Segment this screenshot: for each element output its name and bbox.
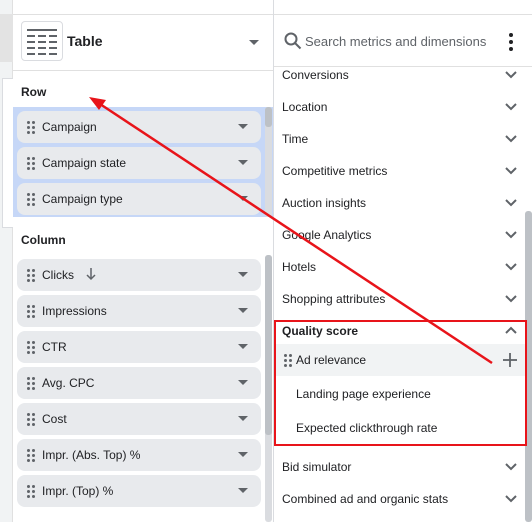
drag-handle-icon[interactable] xyxy=(27,377,35,390)
row-chip[interactable]: Campaign type xyxy=(17,183,261,215)
row-chip-label: Campaign type xyxy=(42,192,123,206)
chevron-down-icon[interactable] xyxy=(504,195,518,209)
column-chip[interactable]: Impr. (Top) % xyxy=(17,475,261,507)
category-label: Combined ad and organic stats xyxy=(282,492,449,506)
chevron-down-icon[interactable] xyxy=(238,124,248,129)
drag-handle-icon[interactable] xyxy=(27,121,35,134)
chevron-down-icon[interactable] xyxy=(504,227,518,241)
arrow-down-icon[interactable] xyxy=(86,266,96,282)
category-label: Bid simulator xyxy=(282,460,352,474)
chevron-down-icon[interactable] xyxy=(504,291,518,305)
category-bid-simulator[interactable]: Bid simulator xyxy=(274,452,526,482)
column-chip[interactable]: CTR xyxy=(17,331,261,363)
drag-handle-icon[interactable] xyxy=(27,157,35,170)
category-google-analytics[interactable]: Google Analytics xyxy=(274,220,526,250)
chevron-down-icon[interactable] xyxy=(238,308,248,313)
chevron-down-icon[interactable] xyxy=(238,344,248,349)
category-conversions[interactable]: Conversions xyxy=(274,60,526,90)
category-label: Auction insights xyxy=(282,196,367,210)
drag-handle-icon[interactable] xyxy=(27,449,35,462)
column-section-title: Column xyxy=(21,233,66,247)
category-label: Google Analytics xyxy=(282,228,372,242)
category-label: Location xyxy=(282,100,328,114)
chevron-down-icon[interactable] xyxy=(238,380,248,385)
column-chip[interactable]: Clicks xyxy=(17,259,261,291)
category-label: Hotels xyxy=(282,260,317,274)
row-chip[interactable]: Campaign xyxy=(17,111,261,143)
category-shopping-attributes[interactable]: Shopping attributes xyxy=(274,284,526,314)
column-chip-label: Impr. (Top) % xyxy=(42,484,114,498)
more-vert-icon[interactable] xyxy=(507,33,515,51)
category-label: Time xyxy=(282,132,309,146)
chart-type-selector[interactable]: Table xyxy=(13,15,273,71)
chevron-down-icon[interactable] xyxy=(238,452,248,457)
metrics-scrollbar[interactable] xyxy=(525,211,532,522)
row-section-title: Row xyxy=(21,85,47,99)
chart-type-label: Table xyxy=(67,33,103,49)
chevron-down-icon[interactable] xyxy=(504,163,518,177)
drag-handle-icon[interactable] xyxy=(27,341,35,354)
chevron-up-icon[interactable] xyxy=(504,323,518,337)
drag-handle-icon[interactable] xyxy=(27,269,35,282)
left-strip xyxy=(0,0,13,522)
column-scrollbar-thumb[interactable] xyxy=(265,255,272,435)
category-location[interactable]: Location xyxy=(274,92,526,122)
row-chip-label: Campaign xyxy=(42,120,97,134)
column-chip-label: Impressions xyxy=(42,304,107,318)
search-input[interactable] xyxy=(305,31,495,51)
category-label: Quality score xyxy=(282,324,359,338)
row-chip[interactable]: Campaign state xyxy=(17,147,261,179)
chevron-down-icon xyxy=(249,40,259,45)
drag-handle-icon[interactable] xyxy=(27,305,35,318)
column-chip-label: Avg. CPC xyxy=(42,376,95,390)
category-auction-insights[interactable]: Auction insights xyxy=(274,188,526,218)
category-combined-ad-and-organic-stats[interactable]: Combined ad and organic stats xyxy=(274,484,526,514)
column-chip[interactable]: Impressions xyxy=(17,295,261,327)
metric-label: Ad relevance xyxy=(296,353,367,367)
table-chart-icon xyxy=(21,21,63,61)
column-chip[interactable]: Cost xyxy=(17,403,261,435)
category-competitive-metrics[interactable]: Competitive metrics xyxy=(274,156,526,186)
category-label: Conversions xyxy=(282,68,349,82)
metric-item[interactable]: Landing page experience xyxy=(274,378,526,410)
column-chip-label: CTR xyxy=(42,340,67,354)
chevron-down-icon[interactable] xyxy=(504,67,518,81)
category-label: Shopping attributes xyxy=(282,292,386,306)
chevron-down-icon[interactable] xyxy=(238,272,248,277)
add-icon[interactable] xyxy=(502,352,518,368)
chevron-down-icon[interactable] xyxy=(504,491,518,505)
column-chip-label: Cost xyxy=(42,412,67,426)
column-chip[interactable]: Impr. (Abs. Top) % xyxy=(17,439,261,471)
layout-panel: Table Row Campaign Campaign state Campaign… xyxy=(13,0,274,522)
row-scrollbar-thumb[interactable] xyxy=(265,107,272,127)
metric-label: Expected clickthrough rate xyxy=(296,421,438,435)
column-chip[interactable]: Avg. CPC xyxy=(17,367,261,399)
drag-handle-icon[interactable] xyxy=(27,485,35,498)
column-chip-label: Impr. (Abs. Top) % xyxy=(42,448,141,462)
drag-handle-icon[interactable] xyxy=(284,354,292,367)
metric-item[interactable]: Expected clickthrough rate xyxy=(274,412,526,444)
column-chip-label: Clicks xyxy=(42,268,74,282)
category-label: Competitive metrics xyxy=(282,164,388,178)
drag-handle-icon[interactable] xyxy=(27,413,35,426)
chevron-down-icon[interactable] xyxy=(504,131,518,145)
chevron-down-icon[interactable] xyxy=(238,160,248,165)
search-icon[interactable] xyxy=(284,32,302,50)
chevron-down-icon[interactable] xyxy=(504,259,518,273)
chevron-down-icon[interactable] xyxy=(504,459,518,473)
chevron-down-icon[interactable] xyxy=(238,196,248,201)
report-editor: Table Row Campaign Campaign state Campaign… xyxy=(0,0,532,522)
drag-handle-icon[interactable] xyxy=(27,193,35,206)
row-chip-label: Campaign state xyxy=(42,156,127,170)
category-hotels[interactable]: Hotels xyxy=(274,252,526,282)
chevron-down-icon[interactable] xyxy=(238,416,248,421)
chevron-down-icon[interactable] xyxy=(238,488,248,493)
metric-item[interactable]: Ad relevance xyxy=(274,344,526,376)
category-time[interactable]: Time xyxy=(274,124,526,154)
metrics-panel: Conversions Location Time Competitive metri… xyxy=(274,0,532,522)
chevron-down-icon[interactable] xyxy=(504,99,518,113)
metric-label: Landing page experience xyxy=(296,387,431,401)
category-quality-score[interactable]: Quality score xyxy=(274,316,526,346)
